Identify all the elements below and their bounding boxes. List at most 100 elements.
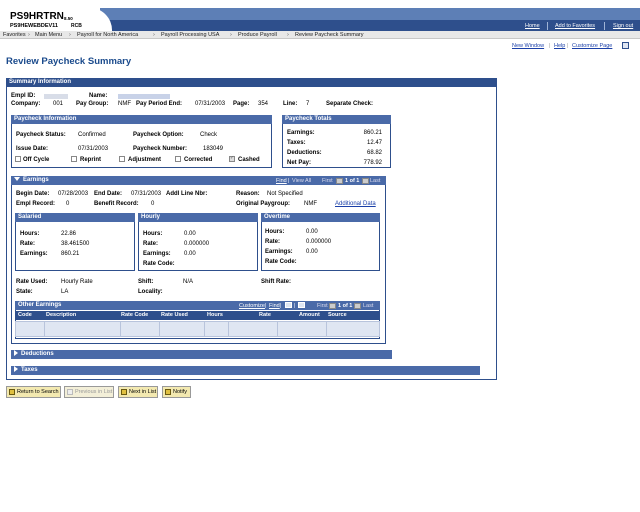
- empl-id-label: Empl ID:: [11, 93, 36, 99]
- breadcrumb-payroll-na[interactable]: Payroll for North America: [77, 32, 138, 38]
- totals-taxes-value: 12.47: [366, 140, 382, 146]
- user-code: RCB: [71, 23, 82, 29]
- return-to-search-button[interactable]: Return to Search: [6, 386, 61, 398]
- breadcrumb-produce-payroll[interactable]: Produce Payroll: [238, 32, 277, 38]
- new-window-link[interactable]: New Window: [512, 43, 544, 49]
- app-version: 8.50: [64, 16, 73, 21]
- earnings-first-label[interactable]: First: [322, 178, 333, 184]
- other-earnings-range: 1 of 1: [338, 303, 353, 309]
- shift-value: N/A: [183, 279, 194, 285]
- pay-group-value: NMF: [118, 101, 131, 107]
- hourly-earnings-label: Earnings:: [143, 251, 171, 257]
- notify-button[interactable]: Notify: [162, 386, 191, 398]
- page-title: Review Paycheck Summary: [6, 56, 132, 67]
- pay-group-label: Pay Group:: [76, 101, 109, 107]
- totals-deductions-label: Deductions:: [287, 150, 322, 156]
- page-label: Page:: [233, 101, 250, 107]
- name-label: Name:: [89, 93, 108, 99]
- other-earnings-customize-link[interactable]: Customize: [239, 303, 265, 309]
- deductions-section-header[interactable]: Deductions: [11, 350, 392, 359]
- db-name: PS9HEWEBDEV11: [10, 23, 58, 29]
- rate-used-value: Hourly Rate: [61, 279, 93, 285]
- earnings-first-icon[interactable]: [336, 178, 343, 184]
- other-earnings-columns: Code Description Rate Code Rate Used Hou…: [15, 311, 380, 320]
- totals-taxes-label: Taxes:: [287, 140, 306, 146]
- paycheck-option-value: Check: [200, 132, 218, 138]
- breadcrumb-main-menu[interactable]: Main Menu: [35, 32, 62, 38]
- return-icon: [9, 389, 15, 395]
- state-label: State:: [16, 289, 33, 295]
- previous-in-list-button[interactable]: Previous in List: [64, 386, 114, 398]
- other-earnings-last-icon[interactable]: [354, 303, 361, 309]
- header-band: [100, 8, 640, 20]
- hourly-rate-value: 0.000000: [184, 241, 210, 247]
- hourly-hours-value: 0.00: [184, 231, 196, 237]
- paycheck-totals-header: Paycheck Totals: [282, 115, 391, 124]
- empl-id-value: [44, 94, 68, 99]
- hourly-rate-code-label: Rate Code:: [143, 261, 175, 267]
- other-earnings-last-label[interactable]: Last: [363, 303, 373, 309]
- salaried-rate-label: Rate:: [20, 241, 36, 247]
- home-link[interactable]: Home: [525, 23, 540, 29]
- download-grid-icon[interactable]: [298, 302, 305, 308]
- salaried-hours-value: 22.86: [61, 231, 77, 237]
- other-earnings-find-link[interactable]: Find: [269, 303, 280, 309]
- col-amount: Amount: [299, 312, 320, 318]
- overtime-rate-code-label: Rate Code:: [265, 259, 297, 265]
- adjustment-checkbox[interactable]: [119, 156, 125, 162]
- line-value: 7: [306, 101, 310, 107]
- addl-line-label: Addl Line Nbr:: [166, 191, 208, 197]
- empl-record-label: Empl Record:: [16, 201, 56, 207]
- paycheck-number-label: Paycheck Number:: [133, 146, 188, 152]
- reprint-checkbox[interactable]: [71, 156, 77, 162]
- off-cycle-checkbox[interactable]: [15, 156, 21, 162]
- line-label: Line:: [283, 101, 298, 107]
- paycheck-option-label: Paycheck Option:: [133, 132, 184, 138]
- corrected-label: Corrected: [184, 157, 213, 163]
- reason-value: Not Specified: [267, 191, 303, 197]
- previous-in-list-label: Previous in List: [75, 389, 113, 395]
- issue-date-value: 07/31/2003: [78, 146, 109, 152]
- table-row[interactable]: [15, 321, 380, 337]
- begin-date-label: Begin Date:: [16, 191, 50, 197]
- cashed-checkbox[interactable]: ✓: [229, 155, 235, 162]
- totals-deductions-value: 68.82: [366, 150, 382, 156]
- state-value: LA: [61, 289, 69, 295]
- col-code: Code: [18, 312, 32, 318]
- earnings-find-link[interactable]: Find: [276, 178, 287, 184]
- end-date-value: 07/31/2003: [131, 191, 162, 197]
- paycheck-info-header: Paycheck Information: [11, 115, 272, 124]
- earnings-last-label[interactable]: Last: [370, 178, 380, 184]
- help-link[interactable]: Help: [554, 43, 565, 49]
- earnings-last-icon[interactable]: [362, 178, 369, 184]
- salaried-earnings-label: Earnings:: [20, 251, 48, 257]
- add-to-favorites-link[interactable]: Add to Favorites: [555, 23, 595, 29]
- paycheck-status-label: Paycheck Status:: [16, 132, 66, 138]
- additional-data-link[interactable]: Additional Data: [335, 201, 376, 207]
- page-options-icon[interactable]: [622, 42, 629, 49]
- taxes-section-header[interactable]: Taxes: [11, 366, 480, 375]
- earnings-view-all[interactable]: View All: [292, 178, 311, 184]
- company-value: 001: [53, 101, 64, 107]
- sign-out-link[interactable]: Sign out: [613, 23, 633, 29]
- overtime-rate-value: 0.000000: [306, 239, 332, 245]
- breadcrumb-favorites[interactable]: Favorites: [3, 32, 26, 38]
- breadcrumb-payroll-processing[interactable]: Payroll Processing USA: [161, 32, 219, 38]
- end-date-label: End Date:: [94, 191, 123, 197]
- employee-name-redacted[interactable]: [118, 94, 170, 99]
- customize-page-link[interactable]: Customize Page: [572, 43, 612, 49]
- off-cycle-label: Off Cycle: [23, 157, 50, 163]
- other-earnings-first-icon[interactable]: [329, 303, 336, 309]
- pay-period-end-value: 07/31/2003: [195, 101, 226, 107]
- corrected-checkbox[interactable]: [175, 156, 181, 162]
- benefit-record-label: Benefit Record:: [94, 201, 139, 207]
- col-rate-used: Rate Used: [161, 312, 188, 318]
- other-earnings-first-label[interactable]: First: [317, 303, 328, 309]
- next-in-list-label: Next in List: [129, 389, 157, 395]
- salaried-rate-value: 38.461500: [61, 241, 90, 247]
- shift-rate-label: Shift Rate:: [261, 279, 291, 285]
- taxes-title: Taxes: [21, 367, 38, 373]
- deductions-title: Deductions: [21, 351, 54, 357]
- next-in-list-button[interactable]: Next in List: [118, 386, 158, 398]
- view-all-grid-icon[interactable]: [285, 302, 292, 308]
